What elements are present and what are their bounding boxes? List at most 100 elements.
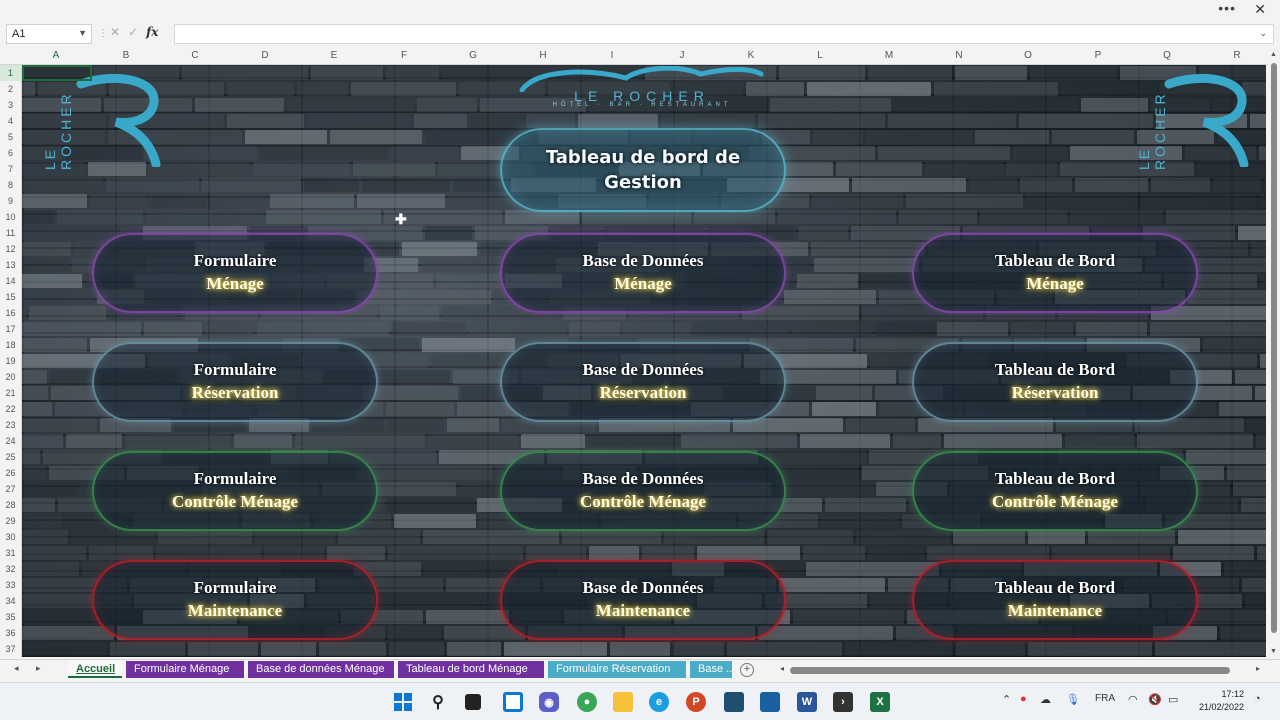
selected-cell[interactable] <box>22 65 92 81</box>
formulaire-controle-menage-button[interactable]: Formulaire Contrôle Ménage <box>92 451 378 531</box>
scroll-left-icon[interactable]: ◂ <box>780 664 784 673</box>
row-header[interactable]: 12 <box>0 241 21 257</box>
row-header[interactable]: 30 <box>0 529 21 545</box>
column-header[interactable]: P <box>1088 50 1108 61</box>
tableau-de-bord-controle-menage-button[interactable]: Tableau de Bord Contrôle Ménage <box>912 451 1198 531</box>
sheet-tab[interactable]: Tableau de bord Ménage <box>398 661 544 678</box>
row-header[interactable]: 26 <box>0 465 21 481</box>
sheet-tab[interactable]: Base ... <box>690 661 732 678</box>
powerpoint-icon[interactable]: P <box>686 692 706 712</box>
row-header[interactable]: 25 <box>0 449 21 465</box>
column-header[interactable]: M <box>879 50 899 61</box>
row-header[interactable]: 14 <box>0 273 21 289</box>
word-icon[interactable]: W <box>797 692 817 712</box>
column-header[interactable]: E <box>324 50 344 61</box>
widgets-icon[interactable] <box>503 692 523 712</box>
tableau-de-bord-reservation-button[interactable]: Tableau de Bord Réservation <box>912 342 1198 422</box>
row-header[interactable]: 24 <box>0 433 21 449</box>
column-header[interactable]: H <box>533 50 553 61</box>
more-icon[interactable]: ••• <box>1218 0 1236 16</box>
row-header[interactable]: 34 <box>0 593 21 609</box>
row-header[interactable]: 7 <box>0 161 21 177</box>
edge-icon[interactable]: e <box>649 692 669 712</box>
name-box[interactable]: A1 ▼ <box>6 24 92 44</box>
terminal-icon[interactable]: › <box>833 692 853 712</box>
tableau-de-bord-maintenance-button[interactable]: Tableau de Bord Maintenance <box>912 560 1198 640</box>
insert-function-icon[interactable]: fx <box>146 25 158 39</box>
scroll-up-icon[interactable]: ▲ <box>1270 51 1277 58</box>
row-header[interactable]: 4 <box>0 113 21 129</box>
formulaire-maintenance-button[interactable]: Formulaire Maintenance <box>92 560 378 640</box>
add-sheet-icon[interactable]: + <box>740 663 754 677</box>
column-header[interactable]: D <box>255 50 275 61</box>
column-header[interactable]: Q <box>1157 50 1177 61</box>
column-header[interactable]: L <box>810 50 830 61</box>
store-icon[interactable] <box>760 692 780 712</box>
column-header[interactable]: C <box>185 50 205 61</box>
base-de-donnees-reservation-button[interactable]: Base de Données Réservation <box>500 342 786 422</box>
language-indicator[interactable]: FRA <box>1095 693 1115 704</box>
row-header[interactable]: 15 <box>0 289 21 305</box>
tab-nav-prev-icon[interactable]: ◂ <box>14 663 19 674</box>
formula-input[interactable]: ⌄ <box>174 24 1274 44</box>
column-header[interactable]: I <box>602 50 622 61</box>
row-header[interactable]: 10 <box>0 209 21 225</box>
scroll-right-icon[interactable]: ▸ <box>1256 664 1260 673</box>
expand-formula-icon[interactable]: ⌄ <box>1259 28 1267 39</box>
column-header[interactable]: K <box>741 50 761 61</box>
file-explorer-icon[interactable] <box>613 692 633 712</box>
row-header[interactable]: 20 <box>0 369 21 385</box>
row-header[interactable]: 17 <box>0 321 21 337</box>
cloud-icon[interactable]: ☁ <box>1040 693 1051 706</box>
row-header[interactable]: 13 <box>0 257 21 273</box>
windows-start-icon[interactable] <box>393 692 413 712</box>
scroll-down-icon[interactable]: ▼ <box>1270 648 1277 655</box>
column-header[interactable]: A <box>46 50 66 61</box>
chrome-icon[interactable]: ● <box>577 692 597 712</box>
row-header[interactable]: 19 <box>0 353 21 369</box>
volume-muted-icon[interactable]: 🔇 <box>1148 693 1162 706</box>
sheet-tab[interactable]: Formulaire Ménage <box>126 661 244 678</box>
row-header[interactable]: 36 <box>0 625 21 641</box>
chevron-down-icon[interactable]: ▼ <box>78 28 87 38</box>
row-header[interactable]: 1 <box>0 65 21 81</box>
row-header[interactable]: 35 <box>0 609 21 625</box>
formulaire-reservation-button[interactable]: Formulaire Réservation <box>92 342 378 422</box>
battery-icon[interactable]: ▭ <box>1168 693 1178 706</box>
column-header[interactable]: G <box>463 50 483 61</box>
row-header[interactable]: 2 <box>0 81 21 97</box>
column-header[interactable]: O <box>1018 50 1038 61</box>
row-header[interactable]: 18 <box>0 337 21 353</box>
row-header[interactable]: 8 <box>0 177 21 193</box>
row-header[interactable]: 6 <box>0 145 21 161</box>
sheet-tab[interactable]: Formulaire Réservation <box>548 661 686 678</box>
column-header[interactable]: R <box>1227 50 1247 61</box>
row-header[interactable]: 37 <box>0 641 21 657</box>
sheet-tab[interactable]: Accueil <box>68 661 122 678</box>
chevron-up-icon[interactable]: ⌃ <box>1002 693 1011 706</box>
close-icon[interactable]: ✕ <box>1254 1 1266 18</box>
cancel-icon[interactable]: ✕ <box>110 25 120 39</box>
row-header[interactable]: 31 <box>0 545 21 561</box>
base-de-donnees-controle-menage-button[interactable]: Base de Données Contrôle Ménage <box>500 451 786 531</box>
drag-handle-icon[interactable]: ⋮ <box>98 28 108 39</box>
record-icon[interactable]: ● <box>1020 693 1027 705</box>
row-header[interactable]: 22 <box>0 401 21 417</box>
sheet-tab[interactable]: Base de données Ménage <box>248 661 394 678</box>
column-header[interactable]: B <box>116 50 136 61</box>
microphone-icon[interactable]: 🎙 <box>1066 693 1080 706</box>
row-header[interactable]: 21 <box>0 385 21 401</box>
enter-icon[interactable]: ✓ <box>128 25 138 39</box>
row-header[interactable]: 32 <box>0 561 21 577</box>
wifi-icon[interactable]: ◠ <box>1128 693 1138 706</box>
row-header[interactable]: 5 <box>0 129 21 145</box>
row-header[interactable]: 3 <box>0 97 21 113</box>
row-header[interactable]: 11 <box>0 225 21 241</box>
search-icon[interactable]: ⚲ <box>428 692 448 712</box>
excel-icon[interactable]: X <box>870 692 890 712</box>
tableau-de-bord-menage-button[interactable]: Tableau de Bord Ménage <box>912 233 1198 313</box>
horizontal-scrollbar[interactable] <box>790 667 1230 674</box>
task-view-icon[interactable] <box>465 694 481 710</box>
row-header[interactable]: 27 <box>0 481 21 497</box>
column-header[interactable]: N <box>949 50 969 61</box>
